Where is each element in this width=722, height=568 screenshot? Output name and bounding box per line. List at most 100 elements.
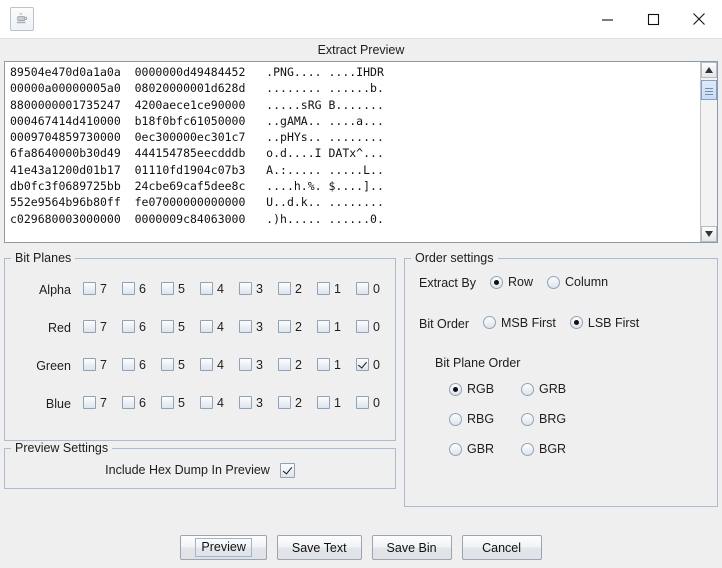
checkbox-alpha-bit-6[interactable] [121,282,135,296]
radio-bit-plane-order-grb[interactable]: GRB [521,382,593,396]
bit-plane-cell: 6 [121,347,161,385]
checkbox-blue-bit-6[interactable] [121,396,135,410]
checkbox-blue-bit-7[interactable] [82,396,96,410]
checkbox-red-bit-0[interactable] [355,320,369,334]
checkbox-green-bit-6[interactable] [121,358,135,372]
bit-number-label: 2 [294,357,302,372]
include-hex-dump-checkbox[interactable] [279,462,295,478]
checkbox-red-bit-3[interactable] [238,320,252,334]
checkbox-blue-bit-5[interactable] [160,396,174,410]
bit-plane-cell: 4 [199,385,239,423]
save-text-button[interactable]: Save Text [276,535,362,560]
checkbox-alpha-bit-2[interactable] [277,282,291,296]
radio-bit-plane-order-rgb[interactable]: RGB [449,382,521,396]
radio-label: RGB [467,382,495,396]
radio-indicator[interactable] [449,382,462,396]
checkbox-blue-bit-2[interactable] [277,396,291,410]
preview-button[interactable]: Preview [180,535,267,560]
checkbox-red-bit-4[interactable] [199,320,213,334]
radio-bit-order-lsb-first[interactable]: LSB First [569,316,639,330]
bit-number-label: 4 [216,395,224,410]
minimize-icon[interactable] [584,0,630,38]
radio-bit-plane-order-bgr[interactable]: BGR [521,442,593,456]
radio-label: GBR [467,442,495,456]
bit-plane-item: 4 [199,320,224,334]
bit-number-label: 6 [138,281,146,296]
bit-number-label: 3 [255,357,263,372]
scrollbar-track[interactable] [701,78,717,226]
checkbox-green-bit-1[interactable] [316,358,330,372]
checkbox-green-bit-4[interactable] [199,358,213,372]
bit-plane-item: 6 [121,320,146,334]
checkbox-green-bit-7[interactable] [82,358,96,372]
radio-indicator[interactable] [521,382,534,396]
bit-plane-channel-label: Blue [45,397,71,411]
extract-by-options: Row Column [476,275,608,292]
checkbox-green-bit-0[interactable] [355,358,369,372]
button-label: Cancel [482,540,522,555]
radio-indicator[interactable] [483,316,497,329]
left-column: Bit Planes Alpha 7 6 5 4 3 2 1 0 Red 7 6 5 4 3 2 1 0 Green… [4,251,396,507]
checkbox-green-bit-5[interactable] [160,358,174,372]
radio-indicator[interactable] [449,412,462,426]
bit-plane-cell: 7 [82,309,122,347]
bit-plane-item: 6 [121,281,146,296]
checkbox-alpha-bit-1[interactable] [316,282,330,296]
bit-plane-cell: 3 [238,271,278,309]
hex-dump-text[interactable]: 89504e470d0a1a0a 0000000d49484452 .PNG..… [5,62,700,242]
scroll-up-arrow-icon[interactable] [701,62,717,78]
maximize-icon[interactable] [630,0,676,38]
radio-indicator[interactable] [521,442,534,456]
checkbox-red-bit-2[interactable] [277,320,291,334]
radio-bit-order-msb-first[interactable]: MSB First [483,316,556,330]
bit-number-label: 0 [372,319,380,334]
checkbox-blue-bit-1[interactable] [316,396,330,410]
radio-indicator[interactable] [449,442,462,456]
bit-plane-item: 0 [355,282,380,296]
close-icon[interactable] [676,0,722,38]
save-bin-button[interactable]: Save Bin [371,535,452,560]
bit-number-label: 2 [294,395,302,410]
hex-dump-line: 552e9564b96b80ff fe07000000000000 U..d.k… [10,195,384,210]
hex-dump-line: 0009704859730000 0ec300000ec301c7 ..pHYs… [10,130,384,145]
radio-indicator[interactable] [521,412,534,426]
bit-plane-cell: 6 [121,271,161,309]
checkbox-alpha-bit-4[interactable] [199,282,213,296]
bit-plane-cell: 5 [160,271,200,309]
checkbox-blue-bit-4[interactable] [199,396,213,410]
checkbox-blue-bit-3[interactable] [238,396,252,410]
radio-extract-by-column[interactable]: Column [546,275,608,289]
checkbox-green-bit-2[interactable] [277,358,291,372]
preview-settings-legend: Preview Settings [15,441,109,455]
right-column: Order settings Extract By Row Column Bit … [404,251,718,507]
checkbox-alpha-bit-5[interactable] [160,282,174,296]
cancel-button[interactable]: Cancel [461,535,542,560]
radio-bit-plane-order-rbg[interactable]: RBG [449,412,521,426]
checkbox-red-bit-6[interactable] [121,320,135,334]
bit-planes-legend: Bit Planes [15,251,72,265]
checkbox-red-bit-5[interactable] [160,320,174,334]
radio-indicator[interactable] [489,275,503,289]
bit-number-label: 1 [333,357,341,372]
radio-indicator[interactable] [569,316,583,329]
checkbox-alpha-bit-3[interactable] [238,282,252,296]
radio-bit-plane-order-gbr[interactable]: GBR [449,442,521,456]
radio-extract-by-row[interactable]: Row [489,275,533,289]
checkbox-blue-bit-0[interactable] [355,396,369,410]
bit-plane-item: 5 [160,396,185,410]
checkbox-alpha-bit-0[interactable] [355,282,369,296]
checkbox-green-bit-3[interactable] [238,358,252,372]
checkbox-red-bit-7[interactable] [82,320,96,334]
checkbox-alpha-bit-7[interactable] [82,282,96,296]
settings-area: Bit Planes Alpha 7 6 5 4 3 2 1 0 Red 7 6 5 4 3 2 1 0 Green… [0,243,722,507]
scrollbar-thumb[interactable] [701,80,717,100]
bit-number-label: 1 [333,319,341,334]
bit-plane-cell: 4 [199,347,239,385]
checkbox-red-bit-1[interactable] [316,320,330,334]
preview-vertical-scrollbar[interactable] [700,62,717,242]
radio-bit-plane-order-brg[interactable]: BRG [521,412,593,426]
bit-plane-item: 0 [355,319,380,334]
bit-plane-channel-label: Red [48,321,71,335]
scroll-down-arrow-icon[interactable] [701,226,717,242]
radio-indicator[interactable] [546,275,560,289]
